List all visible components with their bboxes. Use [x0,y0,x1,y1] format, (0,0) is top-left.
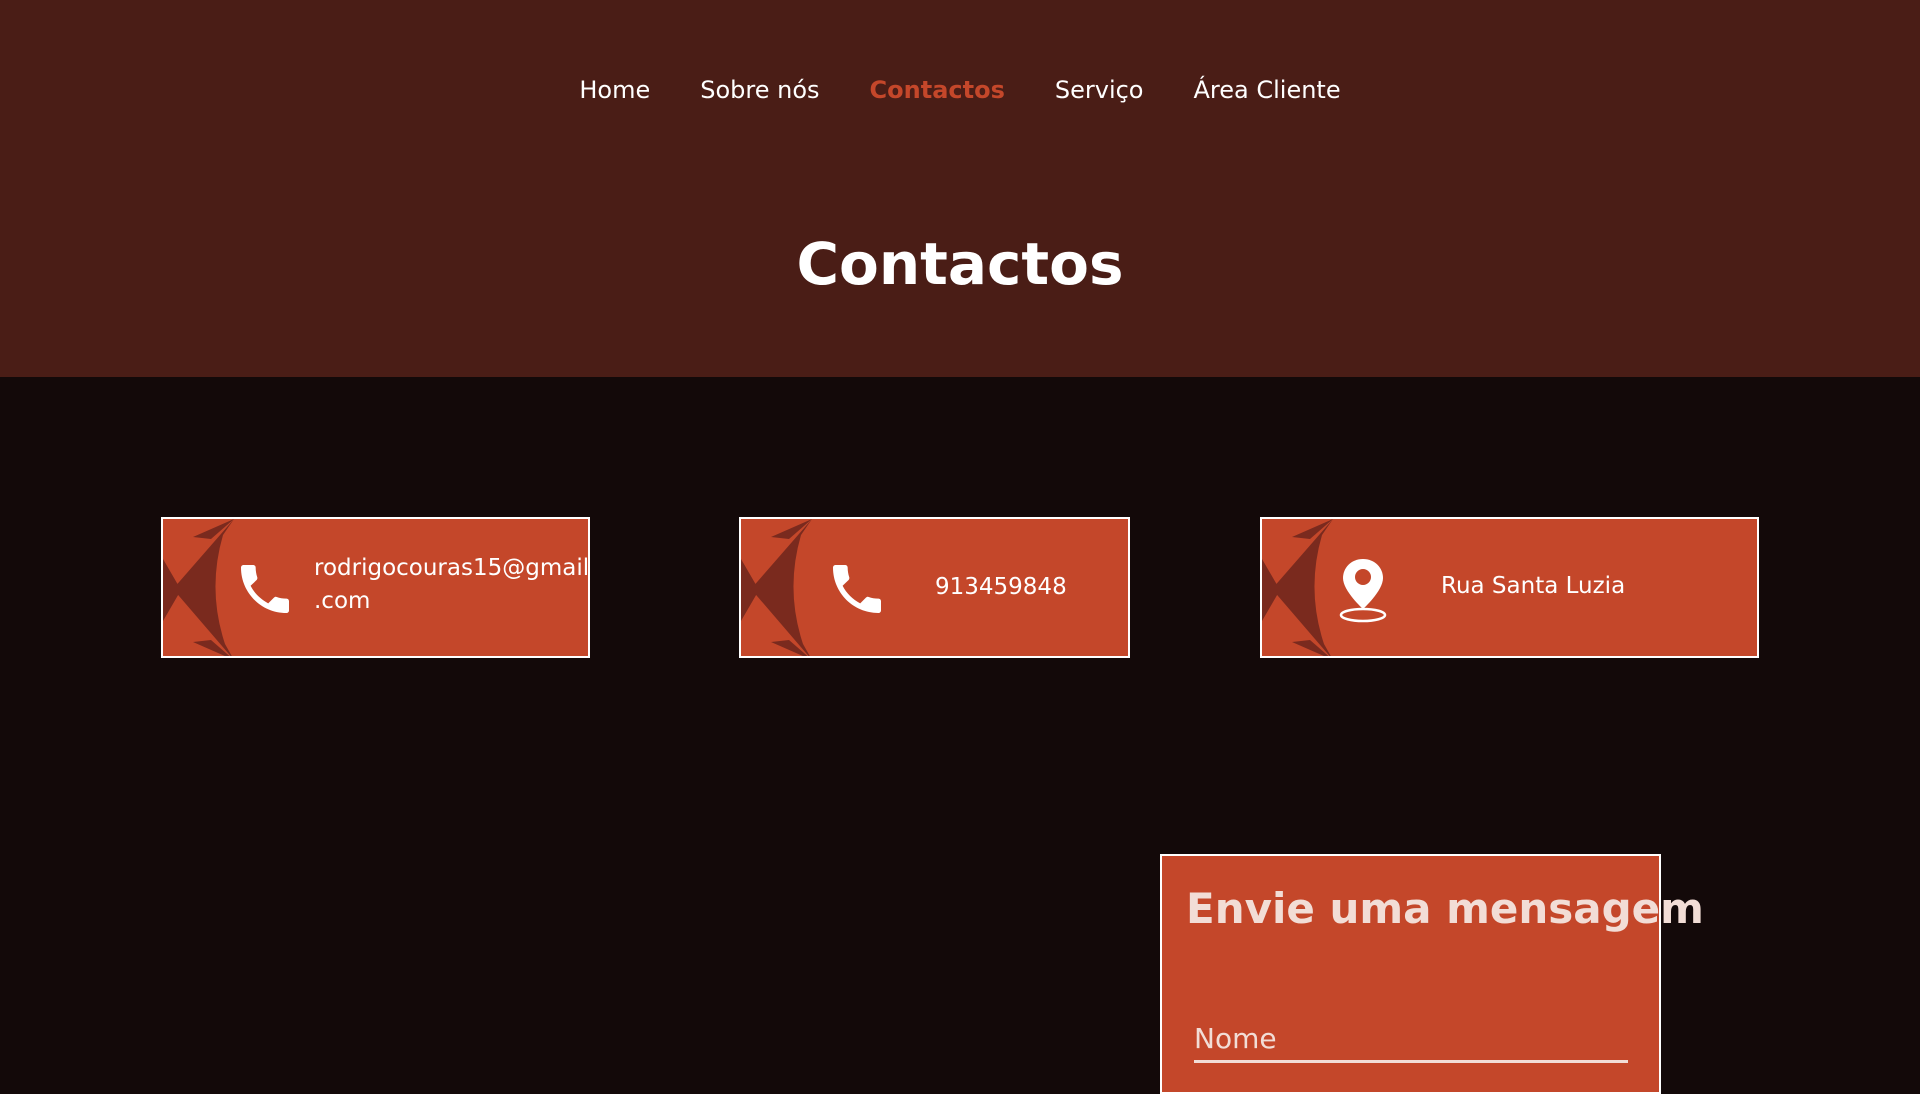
contact-card-email: rodrigocouras15@gmail .com [161,517,590,658]
name-input[interactable] [1194,1016,1628,1063]
email-line-2: .com [314,588,371,614]
nav-servico[interactable]: Serviço [1055,72,1144,108]
form-title: Envie uma mensagem [1186,884,1704,933]
phone-icon [241,565,289,613]
nav-sobre-nos[interactable]: Sobre nós [700,72,819,108]
email-text[interactable]: rodrigocouras15@gmail .com [314,552,590,618]
contact-card-phone: 913459848 [739,517,1130,658]
address-text[interactable]: Rua Santa Luzia [1441,570,1625,603]
map-pin-icon [1339,559,1387,623]
phone-number[interactable]: 913459848 [935,571,1067,604]
main-nav: Home Sobre nós Contactos Serviço Área Cl… [0,72,1920,108]
page-header: Home Sobre nós Contactos Serviço Área Cl… [0,0,1920,377]
arrow-decoration-icon [741,519,812,656]
nav-home[interactable]: Home [579,72,650,108]
nav-contactos[interactable]: Contactos [870,72,1005,108]
page-title: Contactos [796,230,1124,298]
contact-form: Envie uma mensagem [1160,854,1704,1094]
arrow-decoration-icon [1262,519,1333,656]
phone-icon [833,565,881,613]
contact-card-address: Rua Santa Luzia [1260,517,1759,658]
nav-area-cliente[interactable]: Área Cliente [1194,72,1341,108]
email-line-1: rodrigocouras15@gmail [314,555,590,581]
